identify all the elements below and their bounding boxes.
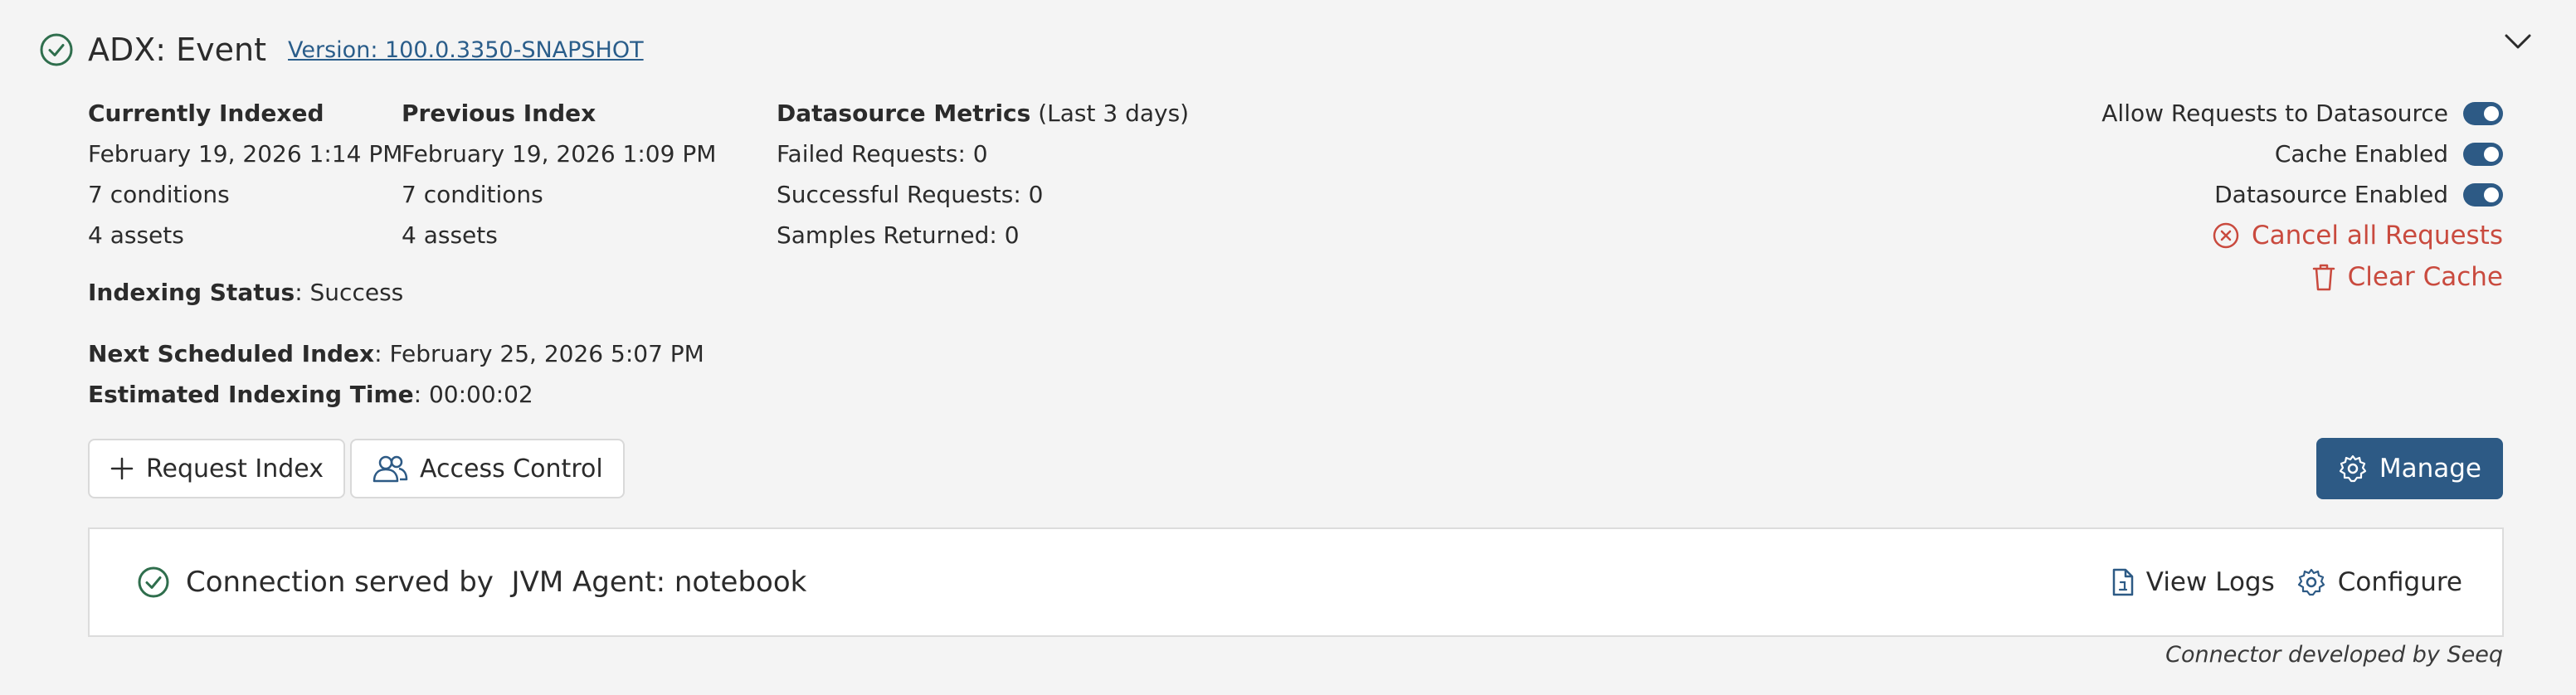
check-circle-icon <box>40 33 73 66</box>
request-index-button[interactable]: Request Index <box>88 439 345 498</box>
cancel-circle-icon <box>2213 222 2239 249</box>
allow-requests-label: Allow Requests to Datasource <box>2101 100 2448 127</box>
trash-icon <box>2312 264 2335 291</box>
configure-button[interactable]: Configure <box>2296 567 2462 597</box>
currently-indexed-section: Currently Indexed February 19, 2026 1:14… <box>88 93 402 255</box>
datasource-enabled-toggle[interactable] <box>2463 182 2503 207</box>
chevron-down-icon[interactable] <box>2500 23 2536 60</box>
clear-cache-label: Clear Cache <box>2347 262 2503 292</box>
previous-index-assets: 4 assets <box>402 221 498 249</box>
datasource-settings: Allow Requests to Datasource Cache Enabl… <box>2101 93 2503 298</box>
failed-requests: Failed Requests: 0 <box>777 140 988 168</box>
cache-enabled-label: Cache Enabled <box>2274 140 2448 168</box>
estimated-indexing-time: Estimated Indexing Time: 00:00:02 <box>88 381 533 408</box>
metrics-heading: Datasource Metrics <box>777 100 1031 127</box>
version-link[interactable]: Version: 100.0.3350-SNAPSHOT <box>288 37 644 63</box>
manage-button[interactable]: Manage <box>2315 438 2503 499</box>
currently-indexed-conditions: 7 conditions <box>88 181 230 208</box>
access-control-button[interactable]: Access Control <box>350 439 625 498</box>
view-logs-label: View Logs <box>2145 567 2275 597</box>
currently-indexed-heading: Currently Indexed <box>88 100 324 127</box>
currently-indexed-assets: 4 assets <box>88 221 184 249</box>
file-icon <box>2112 568 2134 596</box>
allow-requests-toggle[interactable] <box>2463 101 2503 125</box>
datasource-title-row: ADX: Event Version: 100.0.3350-SNAPSHOT <box>38 25 644 75</box>
clear-cache-button[interactable]: Clear Cache <box>2101 256 2503 298</box>
cache-enabled-toggle[interactable] <box>2463 142 2503 166</box>
view-logs-button[interactable]: View Logs <box>2111 567 2275 597</box>
estimated-time-label: Estimated Indexing Time <box>88 381 414 408</box>
connection-text: Connection served by JVM Agent: notebook <box>186 566 807 599</box>
allow-requests-row: Allow Requests to Datasource <box>2101 93 2503 134</box>
previous-index-section: Previous Index February 19, 2026 1:09 PM… <box>402 93 716 255</box>
metrics-period: (Last 3 days) <box>1030 100 1190 127</box>
previous-index-conditions: 7 conditions <box>402 181 543 208</box>
samples-returned: Samples Returned: 0 <box>777 221 1020 249</box>
configure-label: Configure <box>2337 567 2462 597</box>
check-circle-icon <box>138 566 169 598</box>
request-index-label: Request Index <box>146 454 324 484</box>
previous-index-heading: Previous Index <box>402 100 597 127</box>
indexing-status-label: Indexing Status <box>88 279 295 306</box>
connection-panel: Connection served by JVM Agent: notebook… <box>88 527 2504 637</box>
currently-indexed-date: February 19, 2026 1:14 PM <box>88 140 403 168</box>
indexing-status-value: : Success <box>295 279 404 306</box>
previous-index-date: February 19, 2026 1:09 PM <box>402 140 717 168</box>
datasource-title: ADX: Event <box>88 32 267 68</box>
cancel-requests-label: Cancel all Requests <box>2251 221 2503 250</box>
indexing-status: Indexing Status: Success <box>88 279 403 306</box>
cache-enabled-row: Cache Enabled <box>2101 134 2503 174</box>
datasource-metrics-section: Datasource Metrics (Last 3 days) Failed … <box>777 93 1189 255</box>
next-scheduled-index: Next Scheduled Index: February 25, 2026 … <box>88 340 704 367</box>
access-control-label: Access Control <box>420 454 603 484</box>
connector-credit: Connector developed by Seeq <box>2165 642 2503 668</box>
successful-requests: Successful Requests: 0 <box>777 181 1044 208</box>
next-scheduled-value: : February 25, 2026 5:07 PM <box>374 340 704 367</box>
users-icon <box>373 455 408 483</box>
estimated-time-value: : 00:00:02 <box>413 381 533 408</box>
gear-icon <box>2297 568 2325 596</box>
connection-actions: View Logs Configure <box>2090 529 2462 635</box>
datasource-enabled-label: Datasource Enabled <box>2214 181 2448 208</box>
gear-icon <box>2339 454 2366 483</box>
next-scheduled-label: Next Scheduled Index <box>88 340 375 367</box>
connection-status: Connection served by JVM Agent: notebook <box>136 529 806 635</box>
cancel-requests-button[interactable]: Cancel all Requests <box>2101 215 2503 256</box>
plus-icon <box>110 457 134 480</box>
datasource-enabled-row: Datasource Enabled <box>2101 174 2503 215</box>
manage-label: Manage <box>2379 454 2481 484</box>
